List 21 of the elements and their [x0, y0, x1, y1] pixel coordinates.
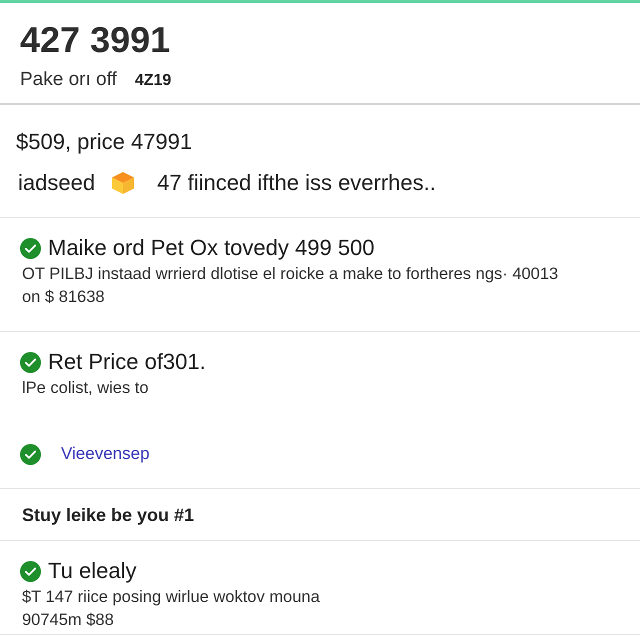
check-circle-icon: [20, 238, 41, 258]
header-subtitle: Pake orı off: [20, 68, 117, 92]
section-heading: Stuy leike be you #1: [22, 504, 194, 527]
item-title: Tu elealy: [48, 557, 136, 585]
check-circle-icon: [20, 444, 41, 464]
note-text: 47 fiinced ifthe iss everrhes..: [157, 169, 436, 197]
check-circle-icon: [20, 560, 41, 582]
item-detail-text: OT PILBJ instaad wrrierd dlotise el roicke a make to fortheres ngs· 40013: [21, 264, 558, 285]
item-title: Ret Price of301.: [48, 348, 206, 376]
cube-icon: [111, 171, 136, 195]
note-label: iadseed: [18, 169, 96, 197]
item-detail-text: 90745m $88: [21, 610, 114, 631]
item-link[interactable]: Vieevensep: [61, 442, 150, 466]
item-detail-text: on $ 81638: [21, 287, 105, 308]
header-code: 4Z19: [134, 71, 172, 91]
item-title: Maike ord Pet Ox tovedy 499 500: [48, 234, 375, 262]
check-circle-icon: [20, 352, 41, 372]
header-title: 427 3991: [20, 20, 170, 60]
item-detail-text: lPe colist, wies to: [21, 378, 149, 399]
price-text: $509, price 47991: [16, 128, 192, 156]
item-detail-text: $T 147 riice posing wirlue woktov mouna: [21, 587, 320, 608]
